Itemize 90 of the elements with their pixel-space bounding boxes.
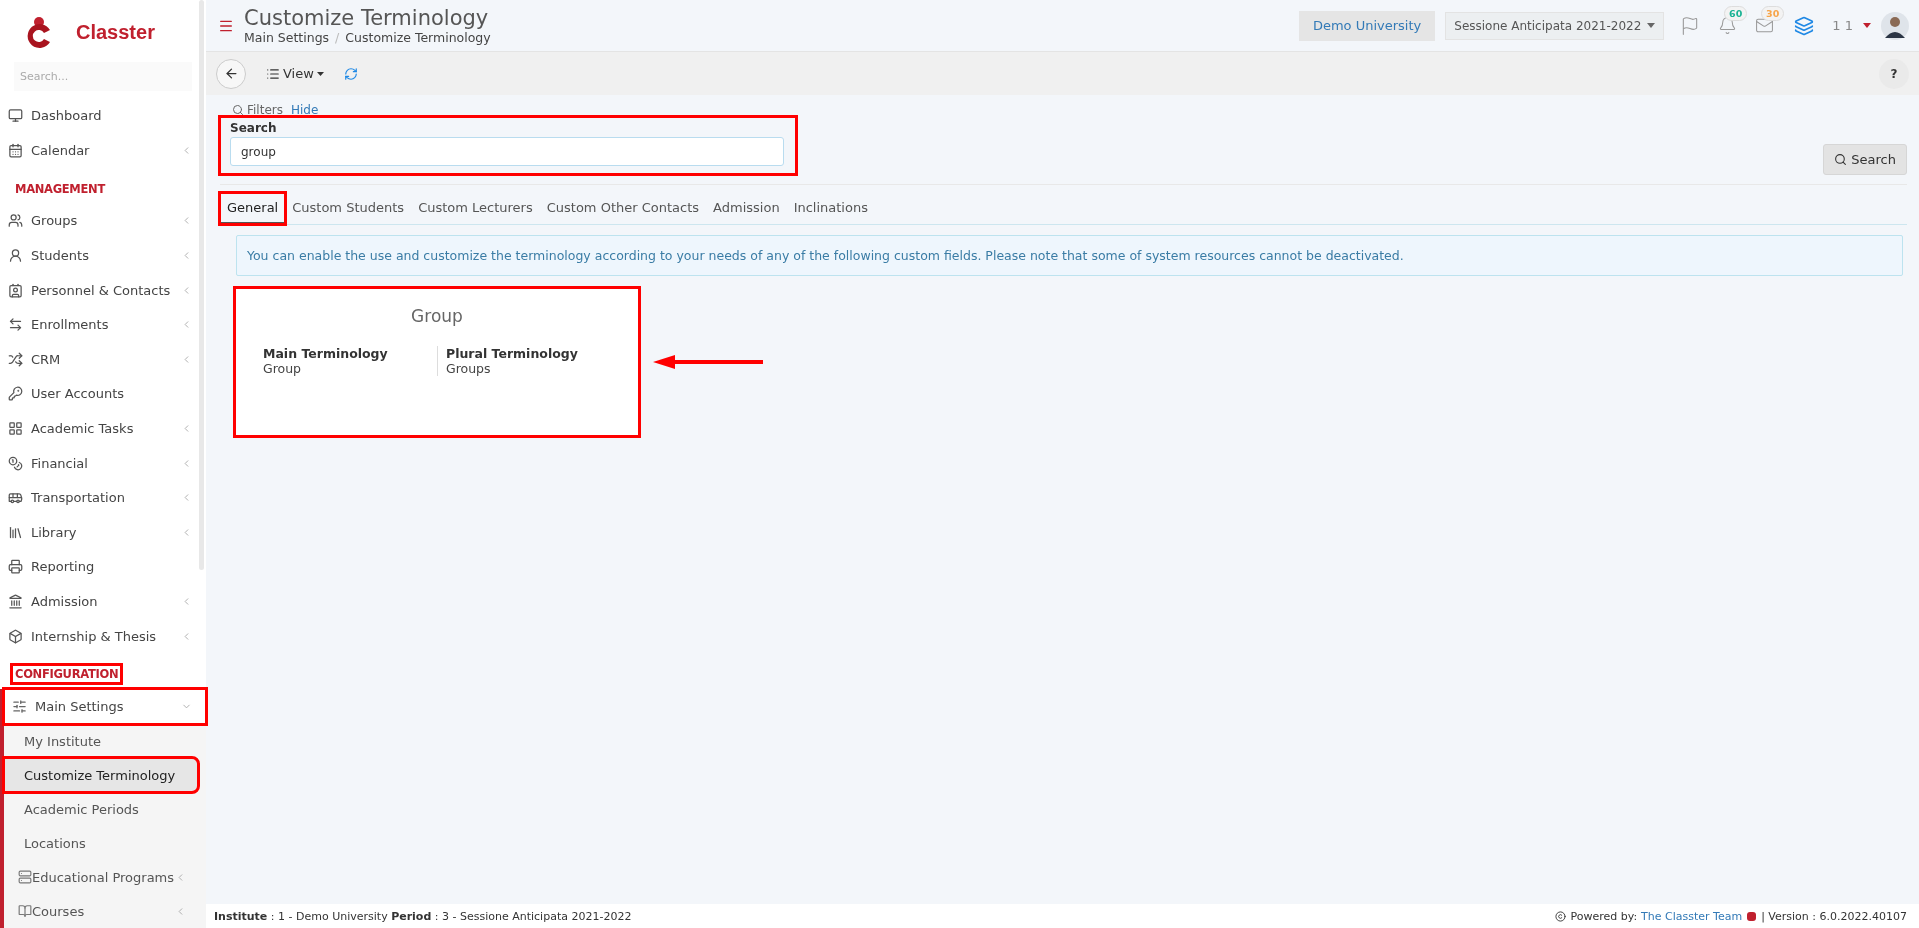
back-button[interactable] xyxy=(216,58,246,89)
menu-item-icon xyxy=(8,628,23,644)
card-title: Group xyxy=(411,306,463,326)
menu-item-icon xyxy=(8,317,23,333)
search-icon xyxy=(1834,153,1848,166)
sidebar-search-field[interactable]: Search... xyxy=(14,61,192,91)
sidebar-item[interactable]: Internship & Thesis xyxy=(0,618,206,654)
sidebar-item[interactable]: Main Settings xyxy=(4,689,206,724)
refresh-icon[interactable] xyxy=(343,66,358,81)
submenu-item[interactable]: Courses xyxy=(4,894,198,928)
sidebar-item[interactable]: Students xyxy=(0,238,206,273)
mail-icon[interactable] xyxy=(1755,16,1775,35)
menu-item-icon xyxy=(8,455,23,471)
breadcrumb-item[interactable]: Customize Terminology xyxy=(345,30,491,45)
menu-item-icon xyxy=(8,386,23,402)
section-heading: MANAGEMENT xyxy=(14,180,107,198)
submenu-item[interactable]: My Institute xyxy=(4,724,198,758)
institute-button[interactable]: Demo University xyxy=(1298,10,1436,41)
view-button[interactable]: View xyxy=(260,65,330,82)
sidebar-item[interactable]: Dashboard xyxy=(0,98,206,134)
logo-icon xyxy=(1746,910,1758,922)
caret-icon xyxy=(1647,23,1656,28)
sidebar-item[interactable]: CRM xyxy=(0,342,206,377)
info-message: You can enable the use and customize the terminology according to your needs of any of the following custom fields. Please note that some of system resources cannot be deactivated. xyxy=(236,235,1903,276)
menu-item-icon xyxy=(8,213,23,229)
layers-icon[interactable] xyxy=(1794,15,1815,36)
submenu-item[interactable]: Academic Periods xyxy=(4,792,198,826)
sidebar-item[interactable]: Groups xyxy=(0,203,206,239)
tab[interactable]: Custom Students xyxy=(285,193,412,224)
search-button[interactable]: Search xyxy=(1823,144,1907,175)
search-icon xyxy=(232,104,244,116)
count-badge: 60 xyxy=(1724,6,1748,21)
back-icon xyxy=(223,66,239,81)
menu-item-icon xyxy=(8,282,23,298)
field-value: Group xyxy=(263,361,303,376)
sliders-icon xyxy=(12,699,27,715)
book-icon xyxy=(18,904,32,918)
tab[interactable]: Custom Lecturers xyxy=(411,193,540,224)
team-link[interactable]: The Classter Team xyxy=(1641,909,1743,923)
avatar[interactable] xyxy=(1881,11,1909,40)
sidebar-item[interactable]: Library xyxy=(0,515,206,550)
field-label: Main Terminology xyxy=(263,346,389,361)
menu-item-icon xyxy=(8,142,23,158)
section-heading: CONFIGURATION xyxy=(12,665,122,684)
menu-item-icon xyxy=(8,594,23,609)
caret-icon xyxy=(1863,23,1871,28)
breadcrumb-item[interactable]: Main Settings xyxy=(244,30,330,45)
search-field[interactable]: group xyxy=(230,137,784,166)
bell-icon[interactable] xyxy=(1718,16,1738,35)
caret-icon xyxy=(316,71,324,76)
menu-item-icon xyxy=(8,559,23,575)
submenu-item[interactable]: Locations xyxy=(4,826,198,860)
field-value: Groups xyxy=(446,361,492,376)
copyright-icon xyxy=(1555,910,1567,922)
sidebar-item[interactable]: Personnel & Contacts xyxy=(0,272,206,308)
breadcrumb-separator: / xyxy=(335,30,340,45)
filters-text: Filters xyxy=(247,103,283,117)
tab[interactable]: General xyxy=(220,193,286,224)
sidebar-item[interactable]: Transportation xyxy=(0,480,206,516)
tab[interactable]: Custom Other Contacts xyxy=(539,193,707,224)
powered-by-text: Powered by: xyxy=(1570,909,1638,923)
brand-name: Classter xyxy=(76,21,155,45)
sidebar-item[interactable]: Academic Tasks xyxy=(0,411,206,446)
search-label: Search xyxy=(230,121,278,135)
status-text: Institute : 1 - Demo University Period : 3 - Sessione Anticipata 2021-2022 xyxy=(214,909,632,923)
menu-item-icon xyxy=(8,421,23,437)
sidebar-item[interactable]: Calendar xyxy=(0,133,206,168)
menu-item-icon xyxy=(8,524,23,540)
menu-item-icon xyxy=(8,351,23,367)
sidebar-item[interactable]: Enrollments xyxy=(0,307,206,343)
sidebar-item[interactable]: User Accounts xyxy=(0,376,206,412)
list-icon xyxy=(266,66,280,81)
menu-item-icon xyxy=(8,248,23,264)
page-title: Customize Terminology xyxy=(244,6,490,30)
count-badge: 30 xyxy=(1761,6,1785,21)
sidebar-item[interactable]: Reporting xyxy=(0,549,206,585)
version-text: | Version : 6.0.2022.40107 xyxy=(1761,909,1907,923)
tab[interactable]: Admission xyxy=(706,193,787,224)
hide-link[interactable]: Hide xyxy=(291,103,319,117)
sidebar-item[interactable]: Financial xyxy=(0,445,206,481)
sidebar-item[interactable]: Admission xyxy=(0,584,206,619)
field-label: Plural Terminology xyxy=(446,346,579,361)
period-select[interactable]: Sessione Anticipata 2021-2022 xyxy=(1445,11,1665,40)
help-button[interactable]: ? xyxy=(1879,58,1909,89)
menu-item-icon xyxy=(8,108,23,124)
tab[interactable]: Inclinations xyxy=(786,193,875,224)
submenu-item[interactable]: Customize Terminology xyxy=(4,758,198,792)
submenu-item[interactable]: Educational Programs xyxy=(4,860,198,894)
menu-item-icon xyxy=(8,490,23,506)
server-icon xyxy=(18,870,32,884)
